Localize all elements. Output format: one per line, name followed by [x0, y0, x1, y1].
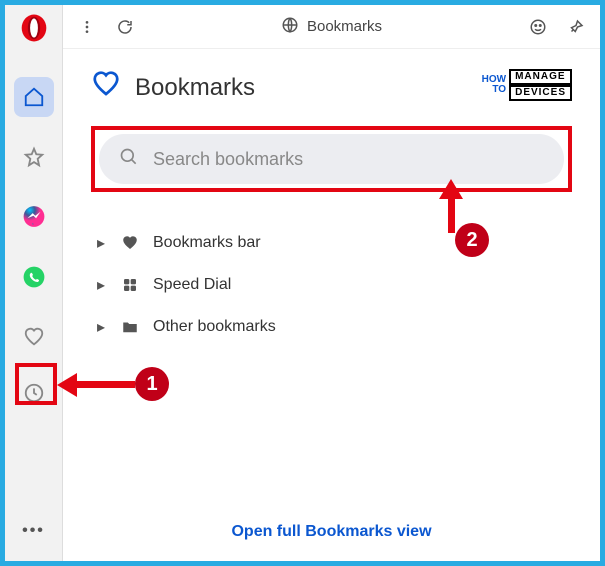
sidebar: •••: [5, 5, 63, 561]
annotation-box-search: [91, 126, 572, 192]
sidebar-home[interactable]: [14, 77, 54, 117]
open-full-view-link[interactable]: Open full Bookmarks view: [91, 523, 572, 541]
sidebar-messenger[interactable]: [14, 197, 54, 237]
sidebar-whatsapp[interactable]: [14, 257, 54, 297]
heading-text: Bookmarks: [135, 74, 255, 102]
watermark-logo: HOW TO MANAGE DEVICES: [482, 69, 572, 101]
folder-label: Bookmarks bar: [153, 234, 261, 252]
folder-bookmarks-bar[interactable]: ▸ Bookmarks bar: [91, 222, 572, 264]
sidebar-bookmarks[interactable]: [14, 317, 54, 357]
smiley-icon[interactable]: [528, 17, 548, 37]
folder-label: Other bookmarks: [153, 318, 276, 336]
search-input[interactable]: [153, 149, 544, 170]
folder-icon: [119, 316, 141, 338]
page-title-group: Bookmarks: [281, 16, 382, 38]
chevron-right-icon: ▸: [95, 233, 107, 253]
sidebar-star[interactable]: [14, 137, 54, 177]
heading: Bookmarks: [91, 69, 255, 106]
heart-filled-icon: [119, 232, 141, 254]
bookmark-folder-list: ▸ Bookmarks bar ▸ Speed Dial ▸: [91, 222, 572, 348]
sidebar-history[interactable]: [14, 373, 54, 413]
folder-other-bookmarks[interactable]: ▸ Other bookmarks: [91, 306, 572, 348]
opera-logo-icon: [17, 11, 51, 45]
topbar: Bookmarks: [63, 5, 600, 49]
main-panel: Bookmarks Bookmarks: [63, 5, 600, 561]
menu-kebab-icon[interactable]: [77, 17, 97, 37]
heart-icon: [91, 69, 121, 106]
chevron-right-icon: ▸: [95, 275, 107, 295]
sidebar-more[interactable]: •••: [14, 511, 54, 551]
globe-icon: [281, 16, 299, 38]
page-title: Bookmarks: [307, 18, 382, 35]
search-icon: [119, 147, 139, 172]
pin-icon[interactable]: [566, 17, 586, 37]
reload-icon[interactable]: [115, 17, 135, 37]
search-bar[interactable]: [99, 134, 564, 184]
folder-speed-dial[interactable]: ▸ Speed Dial: [91, 264, 572, 306]
grid-icon: [119, 274, 141, 296]
folder-label: Speed Dial: [153, 276, 231, 294]
chevron-right-icon: ▸: [95, 317, 107, 337]
